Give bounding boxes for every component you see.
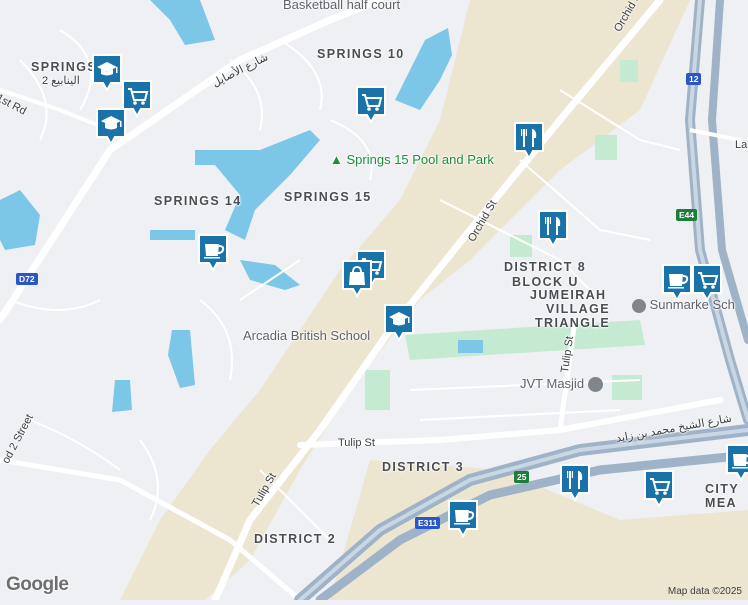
tree-icon: ▲: [330, 152, 343, 167]
shopping-bag-icon: [342, 260, 372, 298]
shopping-cart-icon: [692, 264, 722, 302]
map-marker-restaurant-district-8[interactable]: [536, 208, 570, 248]
district-label-triangle: TRIANGLE: [535, 316, 611, 330]
district-label-village: VILLAGE: [546, 302, 610, 316]
district-label-springs-10: SPRINGS 10: [317, 47, 405, 61]
district-label-jumeirah: JUMEIRAH: [530, 288, 607, 302]
lake: [112, 380, 132, 412]
coffee-cup-icon: [198, 234, 228, 272]
map-marker-cafe-springs-14[interactable]: [196, 232, 230, 272]
map-marker-cafe-e311[interactable]: [446, 498, 480, 538]
district-label-mea: MEA: [705, 496, 737, 510]
road-label-arabic-springs-2: الينابيع 2: [42, 75, 80, 87]
road-shield-e44: E44: [676, 209, 698, 221]
school-small-icon: [632, 298, 646, 313]
road-shield-d72: D72: [16, 273, 38, 285]
restaurant-icon: [514, 122, 544, 160]
map-data-attribution[interactable]: Map data ©2025: [668, 586, 742, 597]
district-label-city: CITY: [705, 482, 740, 496]
mosque-icon: [587, 377, 603, 393]
map-marker-cart-springs-2[interactable]: [120, 78, 154, 118]
restaurant-icon: [538, 210, 568, 248]
map-marker-cart-city[interactable]: [642, 468, 676, 508]
place-label-springs-15-pool-text: Springs 15 Pool and Park: [346, 152, 494, 167]
map-marker-school-springs-2a[interactable]: [90, 52, 124, 92]
coffee-cup-icon: [662, 264, 692, 302]
place-label-arcadia-british-school[interactable]: Arcadia British School: [243, 328, 370, 343]
place-label-basketball-half-court[interactable]: Basketball half court: [283, 0, 400, 12]
road-label-la: La: [735, 139, 748, 151]
lake: [150, 230, 195, 240]
map-marker-restaurant-orchid[interactable]: [512, 120, 546, 160]
place-label-springs-15-pool[interactable]: ▲ Springs 15 Pool and Park: [330, 152, 494, 167]
district-label-springs-15: SPRINGS 15: [284, 190, 372, 204]
road-shield-e311: E311: [415, 517, 441, 529]
map-marker-cart-jvt[interactable]: [690, 262, 724, 302]
road-label-tulip-st: Tulip St: [338, 437, 375, 449]
coffee-cup-icon: [448, 500, 478, 538]
pond: [458, 340, 483, 353]
map-marker-cafe-city[interactable]: [724, 442, 748, 482]
map-marker-shopping-bag-springs-15[interactable]: [340, 258, 374, 298]
map-marker-school-arcadia[interactable]: [382, 302, 416, 342]
map-canvas[interactable]: SPRINGS 10 SPRINGS 14 SPRINGS 15 SPRINGS…: [0, 0, 748, 605]
shopping-cart-icon: [356, 86, 386, 124]
map-marker-cart-springs-10[interactable]: [354, 84, 388, 124]
google-logo[interactable]: Google: [6, 574, 69, 596]
district-label-springs-2: SPRINGS: [31, 60, 98, 74]
road-shield-12: 12: [686, 73, 702, 85]
shopping-cart-icon: [122, 80, 152, 118]
place-label-jvt-masjid[interactable]: JVT Masjid: [520, 376, 603, 393]
place-label-jvt-masjid-text: JVT Masjid: [520, 376, 585, 391]
map-marker-cafe-jvt[interactable]: [660, 262, 694, 302]
park-patch: [510, 235, 532, 257]
coffee-cup-icon: [726, 444, 748, 482]
park-patch: [365, 370, 390, 410]
map-marker-restaurant-district-3[interactable]: [558, 462, 592, 502]
shopping-cart-icon: [644, 470, 674, 508]
restaurant-icon: [560, 464, 590, 502]
school-icon: [92, 54, 122, 92]
school-icon: [384, 304, 414, 342]
road-shield-25: 25: [514, 471, 530, 483]
district-label-block-u: BLOCK U: [512, 275, 579, 289]
district-label-springs-14: SPRINGS 14: [154, 194, 242, 208]
district-label-district-2: DISTRICT 2: [254, 532, 337, 546]
district-label-district-3: DISTRICT 3: [382, 460, 465, 474]
park-patch: [620, 60, 638, 82]
district-label-district-8: DISTRICT 8: [504, 260, 587, 274]
park-patch: [612, 375, 642, 400]
park-patch: [595, 135, 617, 160]
